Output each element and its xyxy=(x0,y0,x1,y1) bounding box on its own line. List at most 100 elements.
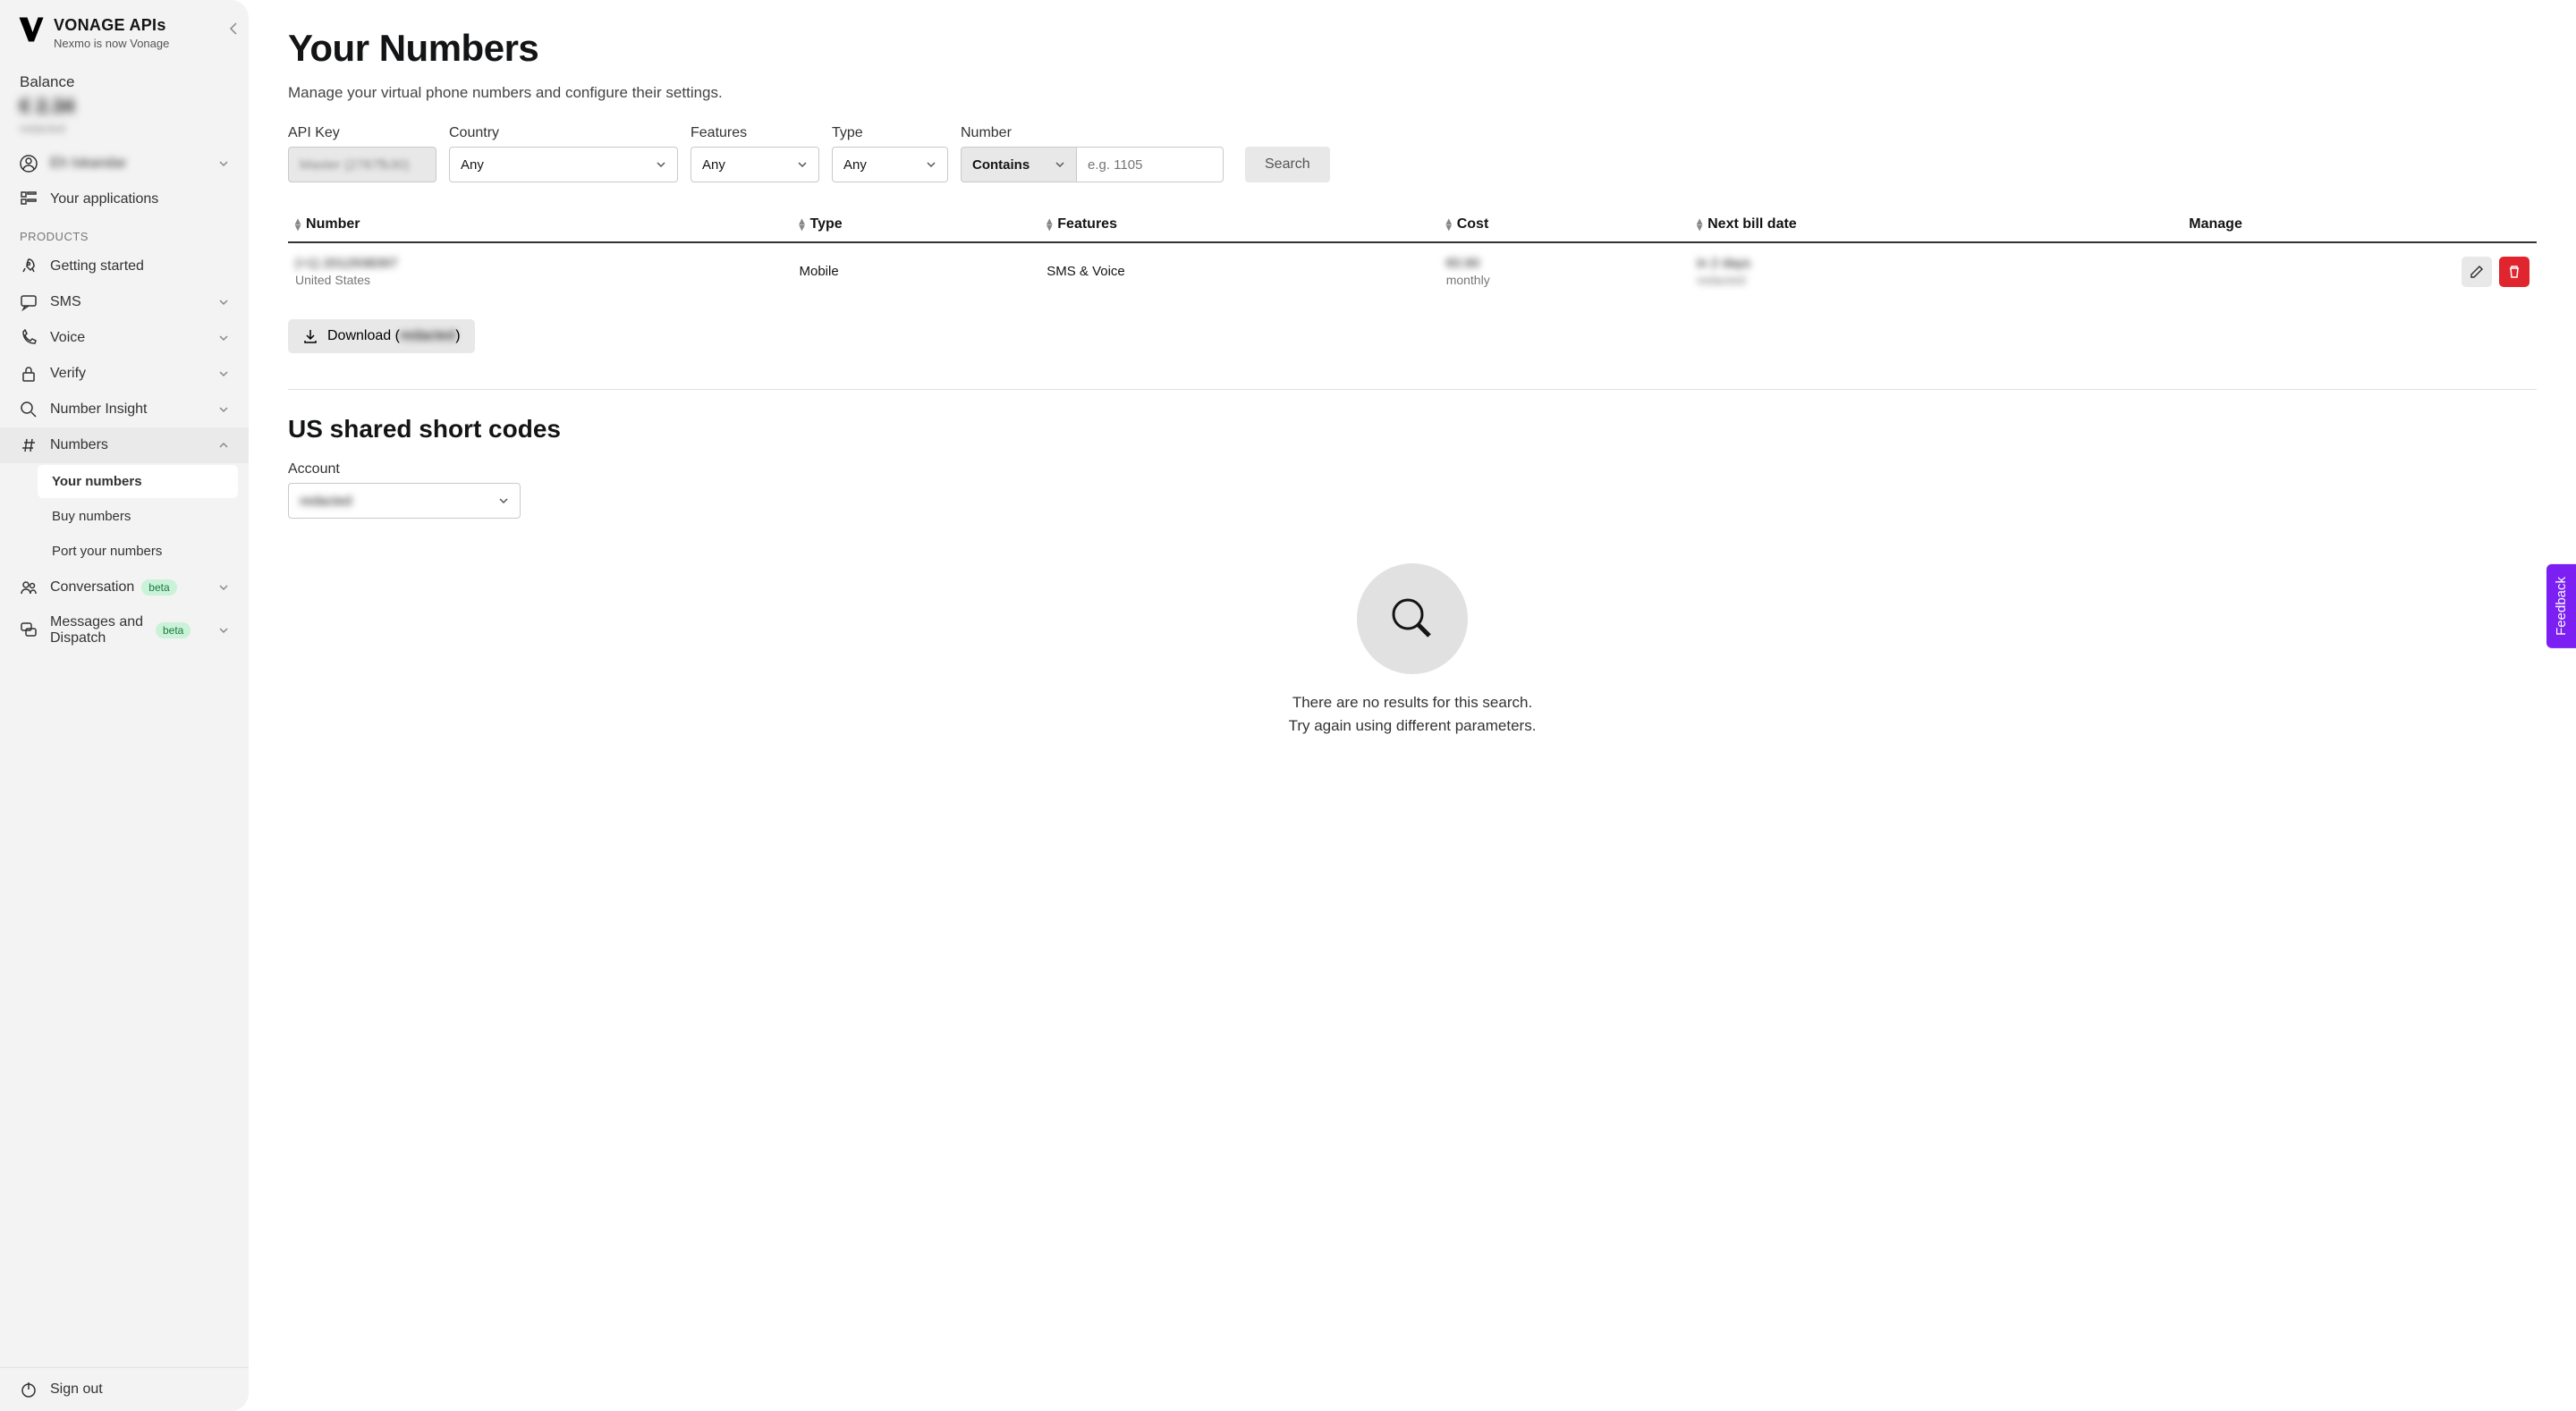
page-description: Manage your virtual phone numbers and co… xyxy=(288,84,2537,102)
feedback-tab[interactable]: Feedback xyxy=(2546,564,2576,648)
row-period: monthly xyxy=(1446,273,1682,287)
row-country: United States xyxy=(295,273,784,287)
col-features[interactable]: ▴▾Features xyxy=(1039,207,1438,242)
delete-button[interactable] xyxy=(2499,257,2529,287)
apps-icon xyxy=(20,190,38,208)
account-label: Account xyxy=(288,461,2537,477)
people-icon xyxy=(20,579,38,596)
type-select[interactable]: Any xyxy=(832,147,948,182)
brand-subtitle: Nexmo is now Vonage xyxy=(54,37,169,50)
sort-icon: ▴▾ xyxy=(295,218,301,231)
chevron-down-icon xyxy=(926,161,936,168)
sort-icon: ▴▾ xyxy=(1446,218,1452,231)
brand-title: VONAGE APIs xyxy=(54,16,169,35)
col-next-bill[interactable]: ▴▾Next bill date xyxy=(1690,207,2182,242)
sidebar-collapse-button[interactable] xyxy=(229,21,238,36)
features-select[interactable]: Any xyxy=(691,147,819,182)
country-select[interactable]: Any xyxy=(449,147,678,182)
numbers-subnav: Your numbers Buy numbers Port your numbe… xyxy=(0,463,249,570)
row-next-bill-sub: redacted xyxy=(1697,273,2174,287)
empty-message-1: There are no results for this search. xyxy=(288,694,2537,712)
row-features: SMS & Voice xyxy=(1039,242,1438,300)
edit-button[interactable] xyxy=(2462,257,2492,287)
number-input-wrapper xyxy=(1077,147,1224,182)
sort-icon: ▴▾ xyxy=(799,218,804,231)
balance-amount: € 2.34 xyxy=(20,95,229,118)
balance-label: Balance xyxy=(20,73,229,91)
account-select[interactable]: redacted xyxy=(288,483,521,519)
hash-icon xyxy=(20,436,38,454)
numbers-table: ▴▾Number ▴▾Type ▴▾Features ▴▾Cost ▴▾Next… xyxy=(288,207,2537,300)
empty-state-icon xyxy=(1357,563,1468,674)
sidebar-item-voice[interactable]: Voice xyxy=(0,320,249,356)
sidebar-item-sms[interactable]: SMS xyxy=(0,284,249,320)
phone-icon xyxy=(20,329,38,347)
sidebar-item-sign-out[interactable]: Sign out xyxy=(0,1368,249,1411)
chevron-down-icon xyxy=(797,161,808,168)
chevron-down-icon xyxy=(656,161,666,168)
section-divider xyxy=(288,389,2537,390)
chevron-down-icon xyxy=(218,627,229,634)
download-button[interactable]: Download (redacted) xyxy=(288,319,475,353)
chevron-down-icon xyxy=(218,584,229,591)
row-number: (+1) 2012938397 xyxy=(295,256,784,271)
sidebar-item-numbers[interactable]: Numbers xyxy=(0,427,249,463)
beta-badge: beta xyxy=(141,579,176,596)
search-button[interactable]: Search xyxy=(1245,147,1330,182)
sidebar-item-getting-started[interactable]: Getting started xyxy=(0,249,249,284)
search-icon xyxy=(20,401,38,418)
lock-icon xyxy=(20,365,38,383)
sidebar-item-number-insight[interactable]: Number Insight xyxy=(0,392,249,427)
sidebar-item-messages-dispatch[interactable]: Messages and Dispatch beta xyxy=(0,605,249,655)
brand-block: VONAGE APIs Nexmo is now Vonage xyxy=(0,16,249,66)
chevron-down-icon xyxy=(218,160,229,167)
col-cost[interactable]: ▴▾Cost xyxy=(1439,207,1690,242)
country-label: Country xyxy=(449,125,678,141)
empty-state: There are no results for this search. Tr… xyxy=(288,545,2537,767)
sidebar: VONAGE APIs Nexmo is now Vonage Balance … xyxy=(0,0,249,1411)
subnav-port-numbers[interactable]: Port your numbers xyxy=(38,535,238,568)
api-key-select: Master (2787fb30) xyxy=(288,147,436,182)
magnifier-icon xyxy=(1388,595,1436,643)
power-icon xyxy=(20,1381,38,1398)
col-type[interactable]: ▴▾Type xyxy=(792,207,1039,242)
vonage-logo-icon xyxy=(18,16,45,43)
filter-row: API Key Master (2787fb30) Country Any Fe… xyxy=(288,125,2537,182)
sort-icon: ▴▾ xyxy=(1046,218,1052,231)
pencil-icon xyxy=(2470,265,2484,279)
col-number[interactable]: ▴▾Number xyxy=(288,207,792,242)
shortcodes-title: US shared short codes xyxy=(288,415,2537,444)
chevron-down-icon xyxy=(498,497,509,504)
subnav-your-numbers[interactable]: Your numbers xyxy=(38,465,238,498)
row-cost: €0.90 xyxy=(1446,256,1682,271)
chat-icon xyxy=(20,621,38,639)
number-input[interactable] xyxy=(1088,157,1212,173)
sidebar-item-verify[interactable]: Verify xyxy=(0,356,249,392)
chevron-down-icon xyxy=(218,370,229,377)
features-label: Features xyxy=(691,125,819,141)
products-section-label: PRODUCTS xyxy=(0,217,249,249)
number-label: Number xyxy=(961,125,1224,141)
main-content: Your Numbers Manage your virtual phone n… xyxy=(249,0,2576,1411)
empty-message-2: Try again using different parameters. xyxy=(288,717,2537,735)
user-icon xyxy=(20,155,38,173)
rocket-icon xyxy=(20,258,38,275)
sidebar-item-applications[interactable]: Your applications xyxy=(0,182,249,217)
chevron-up-icon xyxy=(218,442,229,449)
table-row: (+1) 2012938397 United States Mobile SMS… xyxy=(288,242,2537,300)
api-key-label: API Key xyxy=(288,125,436,141)
row-type: Mobile xyxy=(792,242,1039,300)
sidebar-item-user[interactable]: Eh Iskandar xyxy=(0,146,249,182)
sms-icon xyxy=(20,293,38,311)
chevron-down-icon xyxy=(218,334,229,342)
balance-block: Balance € 2.34 redacted xyxy=(0,66,249,146)
sidebar-item-conversation[interactable]: Conversation beta xyxy=(0,570,249,605)
subnav-buy-numbers[interactable]: Buy numbers xyxy=(38,500,238,533)
row-next-bill: in 2 days xyxy=(1697,256,2174,271)
type-label: Type xyxy=(832,125,948,141)
page-title: Your Numbers xyxy=(288,27,2537,70)
number-mode-select[interactable]: Contains xyxy=(961,147,1077,182)
chevron-down-icon xyxy=(218,406,229,413)
balance-sub: redacted xyxy=(20,122,229,135)
download-icon xyxy=(302,328,318,344)
